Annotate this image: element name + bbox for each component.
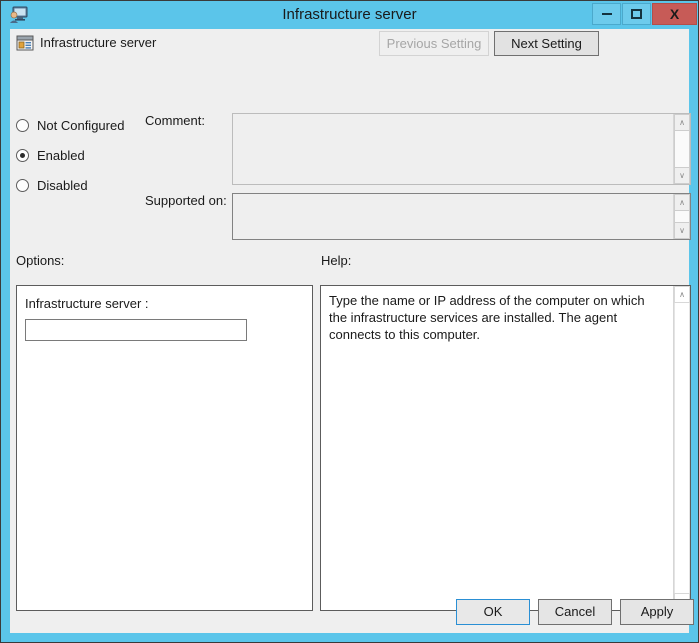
- options-panel: Infrastructure server :: [16, 285, 313, 611]
- scroll-track[interactable]: [674, 131, 690, 167]
- maximize-button[interactable]: [622, 3, 651, 25]
- comment-scrollbar[interactable]: ∧ ∨: [673, 114, 690, 184]
- close-icon: X: [670, 7, 679, 21]
- scroll-up-icon[interactable]: ∧: [674, 114, 690, 131]
- help-label: Help:: [321, 253, 351, 268]
- help-panel: Type the name or IP address of the compu…: [320, 285, 691, 611]
- scroll-track[interactable]: [674, 211, 690, 222]
- dialog-body: Infrastructure server Previous Setting N…: [10, 29, 689, 633]
- comment-label: Comment:: [145, 113, 205, 128]
- minimize-button[interactable]: [592, 3, 621, 25]
- comment-field[interactable]: ∧ ∨: [232, 113, 691, 185]
- help-scrollbar[interactable]: ∧ ∨: [673, 286, 690, 610]
- scroll-up-icon[interactable]: ∧: [674, 194, 690, 211]
- infrastructure-server-input[interactable]: [25, 319, 247, 341]
- radio-enabled[interactable]: Enabled: [16, 143, 146, 167]
- minimize-icon: [602, 13, 612, 15]
- radio-circle-icon: [16, 149, 29, 162]
- scroll-down-icon[interactable]: ∨: [674, 222, 690, 239]
- help-text: Type the name or IP address of the compu…: [321, 286, 673, 610]
- ok-button[interactable]: OK: [456, 599, 530, 625]
- radio-disabled[interactable]: Disabled: [16, 173, 146, 197]
- cancel-button[interactable]: Cancel: [538, 599, 612, 625]
- next-setting-button[interactable]: Next Setting: [494, 31, 599, 56]
- title-bar: Infrastructure server X: [1, 1, 698, 29]
- supported-on-label: Supported on:: [145, 193, 227, 208]
- maximize-icon: [631, 9, 642, 19]
- scroll-down-icon[interactable]: ∨: [674, 167, 690, 184]
- radio-label-not-configured: Not Configured: [37, 118, 124, 133]
- dialog-footer: OK Cancel Apply: [10, 599, 689, 625]
- infrastructure-server-label: Infrastructure server :: [25, 296, 149, 311]
- supported-on-value: [233, 194, 673, 239]
- radio-circle-icon: [16, 119, 29, 132]
- comment-value[interactable]: [233, 114, 673, 184]
- radio-not-configured[interactable]: Not Configured: [16, 113, 146, 137]
- supported-on-scrollbar[interactable]: ∧ ∨: [673, 194, 690, 239]
- scroll-up-icon[interactable]: ∧: [674, 286, 690, 303]
- scroll-track[interactable]: [674, 303, 690, 593]
- radio-label-disabled: Disabled: [37, 178, 88, 193]
- apply-button[interactable]: Apply: [620, 599, 694, 625]
- supported-on-field[interactable]: ∧ ∨: [232, 193, 691, 240]
- setting-title: Infrastructure server: [40, 34, 156, 52]
- window-controls: X: [592, 1, 698, 27]
- options-label: Options:: [16, 253, 64, 268]
- radio-circle-icon: [16, 179, 29, 192]
- previous-setting-button[interactable]: Previous Setting: [379, 31, 489, 56]
- policy-setting-icon: [16, 34, 34, 52]
- policy-state-group: Not Configured Enabled Disabled: [16, 113, 146, 203]
- radio-label-enabled: Enabled: [37, 148, 85, 163]
- close-button[interactable]: X: [652, 3, 697, 25]
- dialog-window: Infrastructure server X: [0, 0, 699, 643]
- setting-header: Infrastructure server Previous Setting N…: [10, 29, 689, 69]
